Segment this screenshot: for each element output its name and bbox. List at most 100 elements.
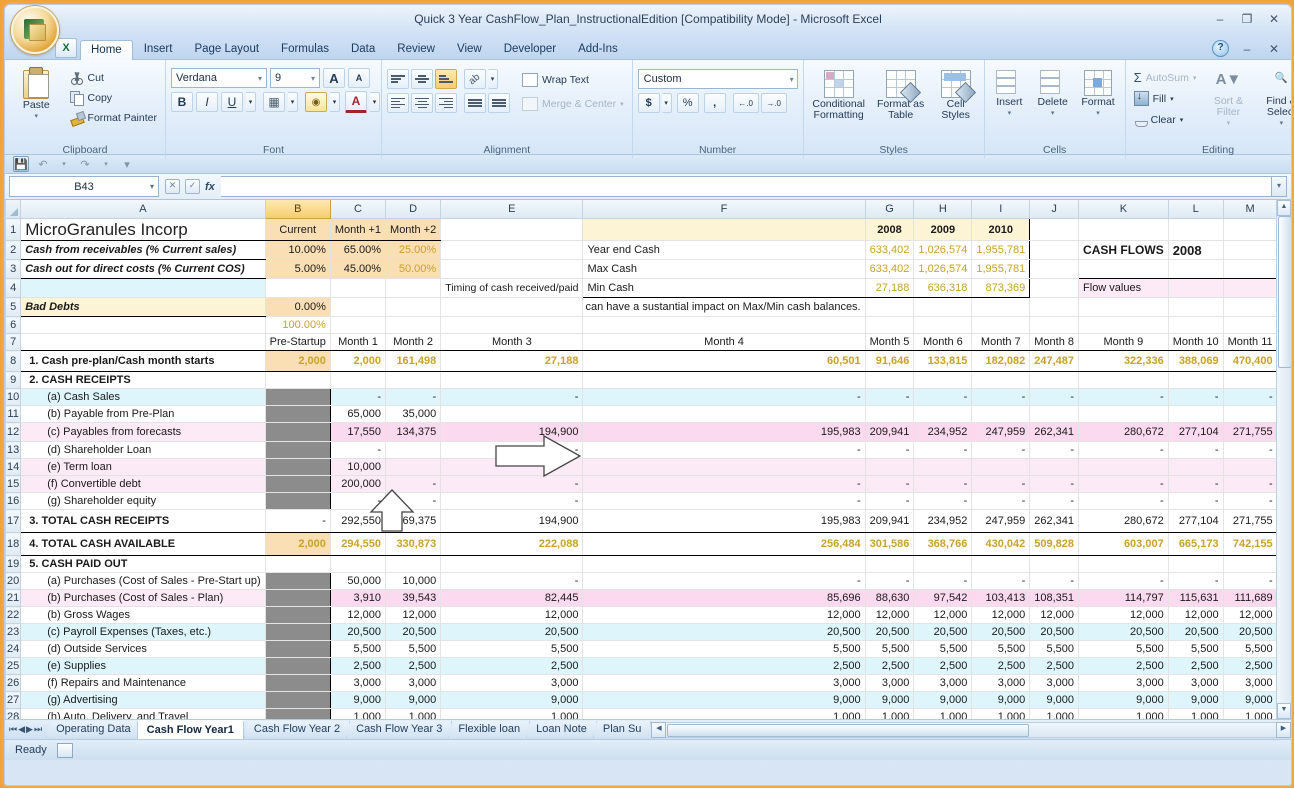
- merge-center-button[interactable]: Merge & Center ▾: [519, 94, 627, 113]
- next-sheet-icon[interactable]: ▶: [26, 724, 33, 735]
- cell-M16[interactable]: -: [1222, 492, 1278, 510]
- restore-button[interactable]: ❐: [1238, 11, 1256, 27]
- cell-G14[interactable]: [864, 458, 915, 476]
- cell-I24[interactable]: 5,500: [971, 640, 1031, 658]
- cell-M25[interactable]: 2,500: [1222, 657, 1278, 675]
- cell-h4[interactable]: 636,318: [913, 278, 973, 298]
- cell-H11[interactable]: [913, 405, 973, 423]
- close-button[interactable]: ✕: [1265, 11, 1283, 27]
- cell-E19[interactable]: [440, 555, 584, 573]
- cell-E9[interactable]: [440, 371, 584, 389]
- cell-M18[interactable]: 742,155: [1222, 532, 1278, 556]
- cell-i5[interactable]: [971, 297, 1031, 317]
- cell-J25[interactable]: 2,500: [1029, 657, 1080, 675]
- cell-M22[interactable]: 12,000: [1222, 606, 1278, 624]
- cell-I27[interactable]: 9,000: [971, 691, 1031, 709]
- cell-h5[interactable]: [913, 297, 973, 317]
- cell-J10[interactable]: -: [1029, 388, 1080, 406]
- cell-H9[interactable]: [913, 371, 973, 389]
- cell-M26[interactable]: 3,000: [1222, 674, 1278, 692]
- cell-g6[interactable]: [864, 316, 915, 334]
- column-header-m[interactable]: M: [1222, 200, 1278, 219]
- prev-sheet-icon[interactable]: ◀: [18, 724, 25, 735]
- column-header-l[interactable]: L: [1167, 200, 1224, 219]
- cell-L18[interactable]: 665,173: [1167, 532, 1224, 556]
- cell-D10[interactable]: -: [385, 388, 442, 406]
- help-icon[interactable]: ?: [1212, 40, 1229, 57]
- cell-a28-label[interactable]: (h) Auto, Delivery, and Travel: [20, 708, 266, 719]
- column-header-i[interactable]: I: [971, 200, 1031, 219]
- cell-C10[interactable]: -: [329, 388, 387, 406]
- cell-F19[interactable]: [582, 555, 866, 573]
- align-center-button[interactable]: [411, 93, 433, 113]
- cell-I20[interactable]: -: [971, 572, 1031, 590]
- cell-L13[interactable]: -: [1167, 441, 1224, 459]
- cell-J17[interactable]: 262,341: [1029, 509, 1080, 533]
- cell-H24[interactable]: 5,500: [913, 640, 973, 658]
- cell-G19[interactable]: [864, 555, 915, 573]
- tab-developer[interactable]: Developer: [493, 39, 567, 59]
- expand-formula-bar-icon[interactable]: ▾: [1272, 176, 1287, 197]
- grow-font-button[interactable]: A: [323, 68, 345, 88]
- cell-L9[interactable]: [1167, 371, 1224, 389]
- cell-D19[interactable]: [385, 555, 442, 573]
- cell-H22[interactable]: 12,000: [913, 606, 973, 624]
- cell-f1[interactable]: [582, 218, 866, 241]
- cell-C23[interactable]: 20,500: [329, 623, 387, 641]
- cell-D22[interactable]: 12,000: [385, 606, 442, 624]
- cell-G13[interactable]: -: [864, 441, 915, 459]
- cell-F21[interactable]: 85,696: [582, 589, 866, 607]
- cell-j3[interactable]: [1029, 259, 1080, 279]
- paste-button[interactable]: Paste ▾: [10, 64, 63, 120]
- last-sheet-icon[interactable]: ⏭: [34, 724, 42, 735]
- cell-L16[interactable]: -: [1167, 492, 1224, 510]
- cell-H12[interactable]: 234,952: [913, 422, 973, 442]
- cell-M12[interactable]: 271,755: [1222, 422, 1278, 442]
- cell-F23[interactable]: 20,500: [582, 623, 866, 641]
- cell-D28[interactable]: 1,000: [385, 708, 442, 719]
- cell-l6[interactable]: [1167, 316, 1224, 334]
- cell-c2[interactable]: 65.00%: [329, 240, 387, 260]
- cell-C21[interactable]: 3,910: [329, 589, 387, 607]
- cell-G12[interactable]: 209,941: [864, 422, 915, 442]
- cell-D15[interactable]: -: [385, 475, 442, 493]
- cell-J21[interactable]: 108,351: [1029, 589, 1080, 607]
- cell-F14[interactable]: [582, 458, 866, 476]
- cell-F17[interactable]: 195,983: [582, 509, 866, 533]
- cell-a10-label[interactable]: (a) Cash Sales: [20, 388, 266, 406]
- cell-C16[interactable]: -: [329, 492, 387, 510]
- row-header-1[interactable]: 1: [5, 218, 22, 241]
- cell-l5[interactable]: [1167, 297, 1224, 317]
- decrease-indent-button[interactable]: [464, 93, 486, 113]
- cell-b3[interactable]: 5.00%: [264, 259, 331, 279]
- cell-B18[interactable]: 2,000: [264, 532, 331, 556]
- cell-L27[interactable]: 9,000: [1167, 691, 1224, 709]
- enter-formula-icon[interactable]: ✓: [185, 179, 200, 194]
- column-header-e[interactable]: E: [440, 200, 584, 219]
- cell-f4[interactable]: Min Cash: [582, 278, 866, 298]
- cell-M14[interactable]: [1222, 458, 1278, 476]
- cell-C8[interactable]: 2,000: [329, 350, 387, 372]
- cell-K22[interactable]: 12,000: [1078, 606, 1169, 624]
- cell-e5[interactable]: [440, 297, 584, 317]
- cell-J24[interactable]: 5,500: [1029, 640, 1080, 658]
- cell-a24-label[interactable]: (d) Outside Services: [20, 640, 266, 658]
- cell-C11[interactable]: 65,000: [329, 405, 387, 423]
- align-top-button[interactable]: [387, 69, 409, 89]
- cell-M13[interactable]: -: [1222, 441, 1278, 459]
- cell-f5-note2[interactable]: can have a sustantial impact on Max/Min …: [582, 297, 866, 317]
- row-header-7[interactable]: 7: [5, 333, 22, 351]
- font-color-dropdown-icon[interactable]: ▾: [370, 92, 380, 112]
- cell-J27[interactable]: 9,000: [1029, 691, 1080, 709]
- cell-H28[interactable]: 1,000: [913, 708, 973, 719]
- cell-I19[interactable]: [971, 555, 1031, 573]
- tab-add-ins[interactable]: Add-Ins: [567, 39, 629, 59]
- cell-D21[interactable]: 39,543: [385, 589, 442, 607]
- row-header-18[interactable]: 18: [5, 532, 22, 556]
- cell-h1[interactable]: 2009: [913, 218, 973, 241]
- cell-K9[interactable]: [1078, 371, 1169, 389]
- cell-f3[interactable]: Max Cash: [582, 259, 866, 279]
- cell-H10[interactable]: -: [913, 388, 973, 406]
- row-header-6[interactable]: 6: [5, 316, 22, 334]
- sheet-tab-loan-note[interactable]: Loan Note: [526, 721, 597, 738]
